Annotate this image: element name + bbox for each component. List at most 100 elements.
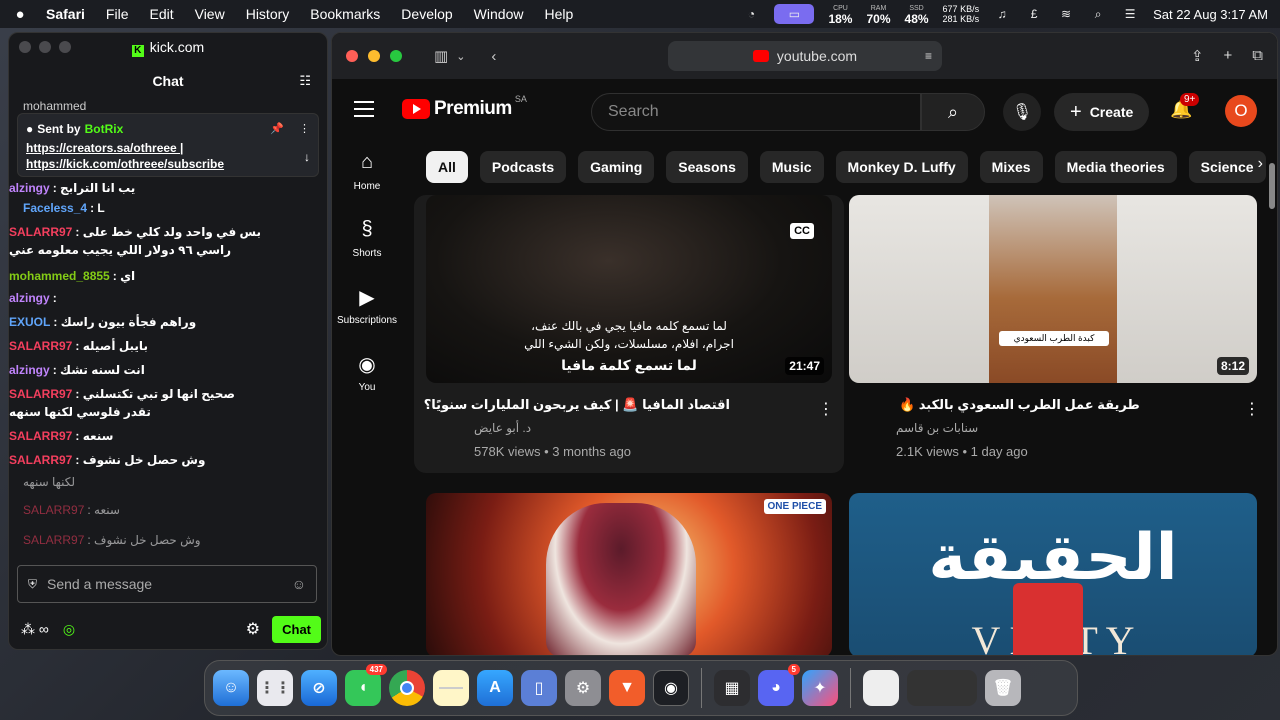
more-icon[interactable]: ⋮ bbox=[818, 399, 834, 419]
pinned-link-1[interactable]: https://creators.sa/othreee | bbox=[26, 140, 310, 156]
users-icon[interactable]: ☷ bbox=[299, 73, 311, 89]
address-bar[interactable]: youtube.com ≡ bbox=[668, 41, 942, 71]
youtube-logo[interactable]: Premium SA bbox=[402, 94, 527, 120]
search-icon[interactable]: ⌕ bbox=[1089, 7, 1107, 21]
share-icon[interactable]: ⇪ bbox=[1191, 47, 1204, 65]
chip-gaming[interactable]: Gaming bbox=[578, 151, 655, 183]
menu-develop[interactable]: Develop bbox=[401, 6, 452, 22]
zoom-button[interactable] bbox=[390, 50, 402, 62]
video-title[interactable]: اقتصاد المافيا 🚨 | كيف يربحون المليارات … bbox=[424, 397, 730, 413]
notifications-button[interactable]: 🔔 9+ bbox=[1170, 93, 1200, 120]
discord-icon[interactable]: ◕ 5 bbox=[758, 664, 800, 706]
app-store-icon[interactable]: A bbox=[477, 670, 513, 706]
video-card[interactable]: ONE PIECE bbox=[426, 493, 832, 655]
channel-name[interactable]: سنابات بن قاسم bbox=[896, 421, 978, 435]
window-preview-icon[interactable] bbox=[907, 670, 977, 706]
menu-window[interactable]: Window bbox=[474, 6, 524, 22]
ssd-stat[interactable]: SSD 48% bbox=[905, 4, 929, 25]
video-card[interactable]: كبدة الطرب السعودي 8:12 طريقة عمل الطرب … bbox=[848, 195, 1260, 473]
chrome-icon[interactable] bbox=[389, 670, 425, 706]
safari-icon[interactable]: ⊘ bbox=[301, 670, 337, 706]
chip-music[interactable]: Music bbox=[759, 151, 824, 183]
menu-help[interactable]: Help bbox=[544, 6, 573, 22]
airpods-icon[interactable]: ♫ bbox=[993, 7, 1011, 21]
avatar[interactable]: O bbox=[1225, 95, 1257, 127]
notes-icon[interactable] bbox=[433, 670, 469, 706]
chip-seasons[interactable]: Seasons bbox=[666, 151, 748, 183]
pinned-link-2[interactable]: https://kick.com/othreee/subscribe bbox=[26, 156, 310, 172]
menu-app-name[interactable]: Safari bbox=[46, 6, 85, 22]
reader-icon[interactable]: ≡ bbox=[925, 49, 932, 63]
emoji-icon[interactable]: ☺ bbox=[292, 576, 306, 592]
menu-file[interactable]: File bbox=[106, 6, 129, 22]
sidebar-item-you[interactable]: ◉ You bbox=[332, 352, 402, 393]
control-center-icon[interactable]: ☰ bbox=[1121, 7, 1139, 21]
menu-view[interactable]: View bbox=[195, 6, 225, 22]
points-icon[interactable]: ⁂ ∞ bbox=[21, 621, 49, 638]
currency-icon[interactable]: £ bbox=[1025, 7, 1043, 21]
chip-science[interactable]: Science bbox=[1188, 151, 1266, 183]
video-thumbnail[interactable]: كبدة الطرب السعودي 8:12 bbox=[849, 195, 1257, 383]
video-thumbnail[interactable]: الحقيقة V E T Y bbox=[849, 493, 1257, 655]
video-title[interactable]: طريقة عمل الطرب السعودي بالكبد 🔥 bbox=[899, 397, 1140, 413]
more-icon[interactable]: ⋮ bbox=[1244, 399, 1260, 419]
chevron-right-icon[interactable]: › bbox=[1258, 155, 1263, 173]
minimize-button[interactable] bbox=[368, 50, 380, 62]
cpu-stat[interactable]: CPU 18% bbox=[828, 4, 852, 25]
chip-luffy[interactable]: Monkey D. Luffy bbox=[835, 151, 968, 183]
video-card[interactable]: CC لما تسمع كلمه مافيا يجي في بالك عنف، … bbox=[414, 195, 844, 473]
pin-icon[interactable]: 📌 bbox=[270, 122, 284, 135]
arrow-down-icon[interactable]: ↓ bbox=[304, 150, 310, 164]
more-icon[interactable]: ⋮ bbox=[299, 122, 310, 135]
chip-podcasts[interactable]: Podcasts bbox=[479, 151, 567, 183]
sidebar-item-subscriptions[interactable]: ▶ Subscriptions bbox=[332, 285, 402, 326]
chip-mixes[interactable]: Mixes bbox=[979, 151, 1043, 183]
vpn-icon[interactable]: ✦ bbox=[802, 670, 838, 706]
brave-icon[interactable]: ▼ bbox=[609, 670, 645, 706]
chip-all[interactable]: All bbox=[426, 151, 468, 183]
channel-name[interactable]: د. أبو عايض bbox=[474, 421, 531, 435]
tabs-overview-icon[interactable]: ⧉ bbox=[1252, 47, 1263, 65]
game-icon[interactable]: ▦ bbox=[714, 670, 750, 706]
speedometer-icon[interactable]: ◔ bbox=[742, 7, 760, 21]
back-icon[interactable]: ‹ bbox=[491, 48, 496, 65]
launchpad-icon[interactable]: ⋮⋮ bbox=[257, 670, 293, 706]
settings-icon[interactable]: ⚙ bbox=[565, 670, 601, 706]
messages-icon[interactable]: ◖ 437 bbox=[345, 664, 387, 706]
chat-send-button[interactable]: Chat bbox=[272, 615, 321, 643]
menu-edit[interactable]: Edit bbox=[149, 6, 173, 22]
video-card[interactable]: الحقيقة V E T Y bbox=[849, 493, 1257, 655]
pinned-message[interactable]: ● Sent by BotRix https://creators.sa/oth… bbox=[17, 113, 319, 177]
document-icon[interactable] bbox=[863, 670, 899, 706]
screen-mirror-icon[interactable]: ▭ bbox=[774, 4, 815, 24]
kick-coin-icon[interactable]: ◎ bbox=[63, 621, 75, 638]
trash-icon[interactable]: 🗑 bbox=[985, 670, 1021, 706]
search-button[interactable]: ⌕ bbox=[921, 93, 985, 131]
scrollbar[interactable] bbox=[1269, 163, 1275, 209]
chat-messages[interactable]: alzingy: يب انا الترابج Faceless_4: L SA… bbox=[9, 179, 327, 587]
gear-icon[interactable]: ⚙ bbox=[246, 619, 260, 639]
clock[interactable]: Sat 22 Aug 3:17 AM bbox=[1153, 7, 1268, 22]
simulator-icon[interactable]: ▯ bbox=[521, 670, 557, 706]
sidebar-toggle-icon[interactable]: ▥ bbox=[434, 47, 448, 65]
video-thumbnail[interactable]: CC لما تسمع كلمه مافيا يجي في بالك عنف، … bbox=[426, 195, 832, 383]
menu-history[interactable]: History bbox=[246, 6, 290, 22]
chip-media-theories[interactable]: Media theories bbox=[1054, 151, 1177, 183]
new-tab-icon[interactable]: + bbox=[1224, 47, 1233, 65]
menu-icon[interactable] bbox=[354, 101, 374, 122]
close-button[interactable] bbox=[346, 50, 358, 62]
search-input[interactable]: Search bbox=[591, 93, 921, 131]
sidebar-item-home[interactable]: ⌂ Home bbox=[332, 151, 402, 192]
mic-button[interactable]: 🎙 bbox=[1003, 93, 1041, 131]
finder-icon[interactable]: ☺ bbox=[213, 670, 249, 706]
apple-icon[interactable]: ● bbox=[12, 6, 28, 23]
message-input[interactable]: ⛨ Send a message ☺ bbox=[17, 565, 317, 603]
sidebar-item-shorts[interactable]: § Shorts bbox=[332, 218, 402, 259]
video-thumbnail[interactable]: ONE PIECE bbox=[426, 493, 832, 655]
ram-stat[interactable]: RAM 70% bbox=[866, 4, 890, 25]
network-stat[interactable]: 677 KB/s 281 KB/s bbox=[943, 4, 980, 24]
obs-icon[interactable]: ◉ bbox=[653, 670, 689, 706]
menu-bookmarks[interactable]: Bookmarks bbox=[310, 6, 380, 22]
chevron-down-icon[interactable]: ⌄ bbox=[456, 50, 465, 63]
create-button[interactable]: + Create bbox=[1054, 93, 1150, 131]
